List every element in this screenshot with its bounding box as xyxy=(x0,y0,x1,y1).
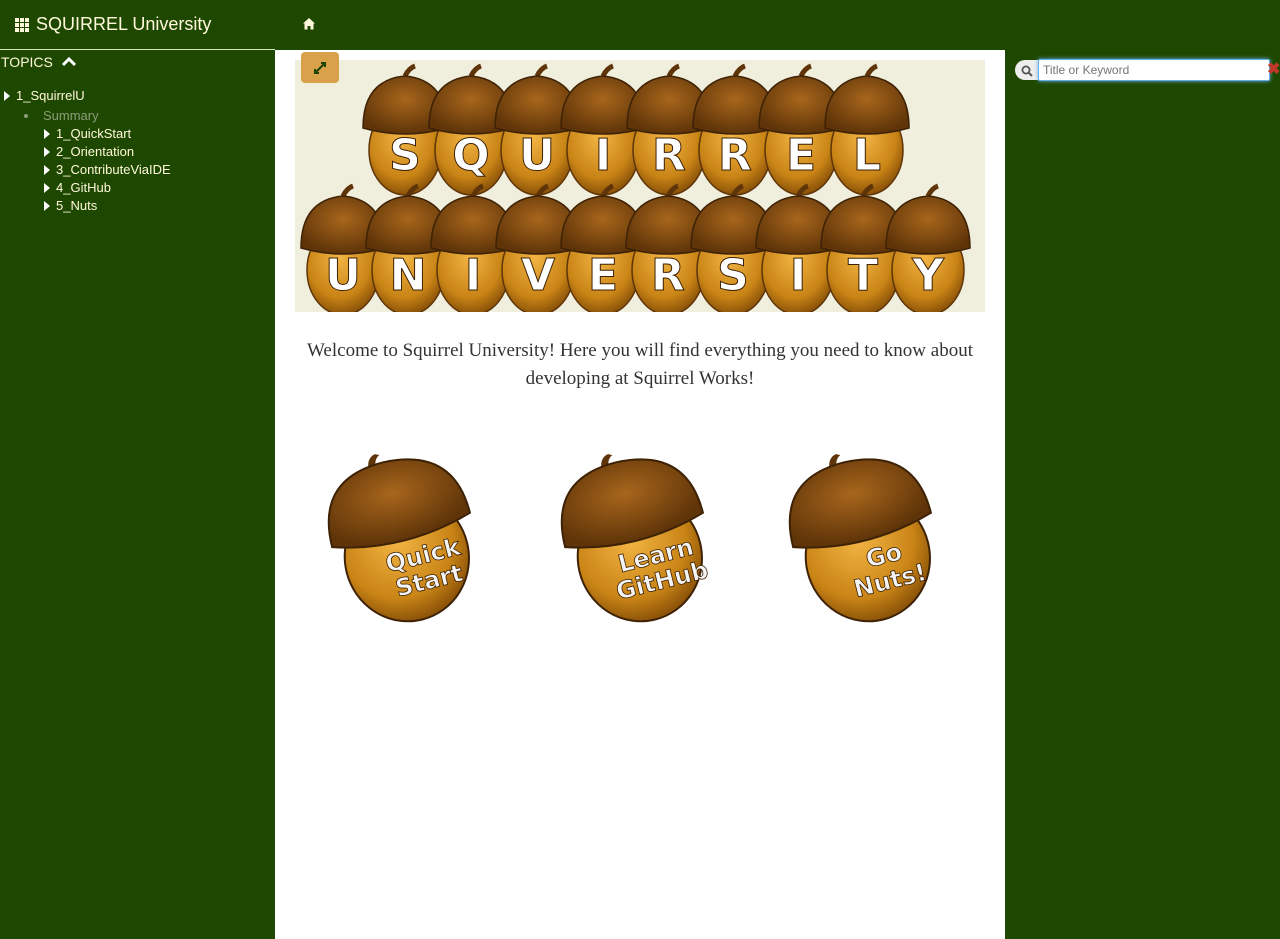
tree-item-quickstart[interactable]: 1_QuickStart xyxy=(44,126,131,141)
tree-item-label: 4_GitHub xyxy=(56,180,111,195)
top-bar: SQUIRREL University xyxy=(0,0,1280,50)
caret-right-icon xyxy=(44,146,50,157)
banner-letter-acorn: Q xyxy=(428,63,514,196)
tree-item-label: 2_Orientation xyxy=(56,144,135,159)
svg-text:N: N xyxy=(390,250,427,301)
svg-text:S: S xyxy=(717,250,749,301)
banner-image: SQUIRREL UNIVERSITY xyxy=(295,60,985,312)
svg-text:E: E xyxy=(786,130,816,181)
banner-letter-acorn: R xyxy=(626,63,712,196)
acorn-banner: SQUIRREL UNIVERSITY xyxy=(300,63,971,312)
caret-right-icon xyxy=(44,182,50,193)
caret-right-icon xyxy=(44,128,50,139)
topics-label: TOPICS xyxy=(1,54,53,70)
close-icon[interactable]: ✖ xyxy=(1267,59,1280,79)
search-bar: ✖ xyxy=(1015,58,1280,82)
tree-item-github[interactable]: 4_GitHub xyxy=(44,180,111,195)
svg-text:U: U xyxy=(325,250,361,301)
svg-text:I: I xyxy=(465,250,481,301)
banner-letter-acorn: Y xyxy=(885,183,971,312)
go-nuts-acorn-icon: GoNuts! xyxy=(788,454,933,623)
banner-letter-acorn: S xyxy=(362,63,448,196)
expand-button[interactable] xyxy=(301,52,339,83)
learn-github-link[interactable]: Learn GitHub xyxy=(551,448,719,633)
tree-item-orientation[interactable]: 2_Orientation xyxy=(44,144,134,159)
banner-letter-acorn: I xyxy=(560,63,646,196)
brand-title[interactable]: SQUIRREL University xyxy=(36,14,211,35)
svg-text:R: R xyxy=(651,250,685,301)
go-nuts-link[interactable]: Go Nuts! xyxy=(779,448,947,633)
right-panel: ✖ xyxy=(1005,50,1280,939)
svg-text:R: R xyxy=(718,130,752,181)
banner-letter-acorn: E xyxy=(758,63,844,196)
bullet-icon xyxy=(24,113,28,118)
search-icon[interactable] xyxy=(1021,65,1033,77)
grid-menu-icon[interactable] xyxy=(15,17,29,32)
home-icon[interactable] xyxy=(302,17,316,31)
tree-item-label: Summary xyxy=(43,108,99,123)
brand[interactable]: SQUIRREL University xyxy=(15,14,211,35)
sidebar: TOPICS 1_SquirrelU Summary 1_QuickStart … xyxy=(0,50,275,939)
tree-item-contribute[interactable]: 3_ContributeViaIDE xyxy=(44,162,171,177)
tree-item-nuts[interactable]: 5_Nuts xyxy=(44,198,97,213)
svg-text:V: V xyxy=(521,250,555,301)
banner-letter-acorn: L xyxy=(824,63,910,196)
topics-toggle[interactable]: TOPICS xyxy=(1,54,76,70)
svg-text:Y: Y xyxy=(911,250,945,301)
quick-start-acorn-icon: QuickStart xyxy=(327,454,472,623)
svg-text:Q: Q xyxy=(452,130,489,181)
svg-text:R: R xyxy=(652,130,686,181)
caret-right-icon xyxy=(44,200,50,211)
main-content: SQUIRREL UNIVERSITY Welcome to Squirrel … xyxy=(275,50,1005,939)
learn-github-acorn-icon: LearnGitHub xyxy=(560,454,711,623)
caret-right-icon xyxy=(44,164,50,175)
tree-item-label: 5_Nuts xyxy=(56,198,98,213)
tree-item-root[interactable]: 1_SquirrelU xyxy=(4,88,85,103)
banner-letter-acorn: U xyxy=(494,63,580,196)
tree-item-label: 1_QuickStart xyxy=(56,126,132,141)
expand-icon xyxy=(314,61,326,74)
svg-text:T: T xyxy=(848,250,878,301)
quick-start-link[interactable]: Quick Start xyxy=(318,448,486,633)
chevron-up-icon xyxy=(61,57,76,67)
tree-item-label: 3_ContributeViaIDE xyxy=(56,162,171,177)
tree-item-label: 1_SquirrelU xyxy=(16,88,85,103)
caret-right-icon xyxy=(4,90,10,101)
svg-text:I: I xyxy=(790,250,806,301)
svg-text:U: U xyxy=(519,130,555,181)
search-input[interactable] xyxy=(1038,59,1270,81)
svg-text:L: L xyxy=(853,130,881,181)
tree-item-summary[interactable]: Summary xyxy=(24,108,99,123)
svg-text:S: S xyxy=(389,130,421,181)
welcome-text: Welcome to Squirrel University! Here you… xyxy=(307,340,973,389)
svg-text:E: E xyxy=(588,250,618,301)
banner-letter-acorn: R xyxy=(692,63,778,196)
svg-text:I: I xyxy=(595,130,611,181)
